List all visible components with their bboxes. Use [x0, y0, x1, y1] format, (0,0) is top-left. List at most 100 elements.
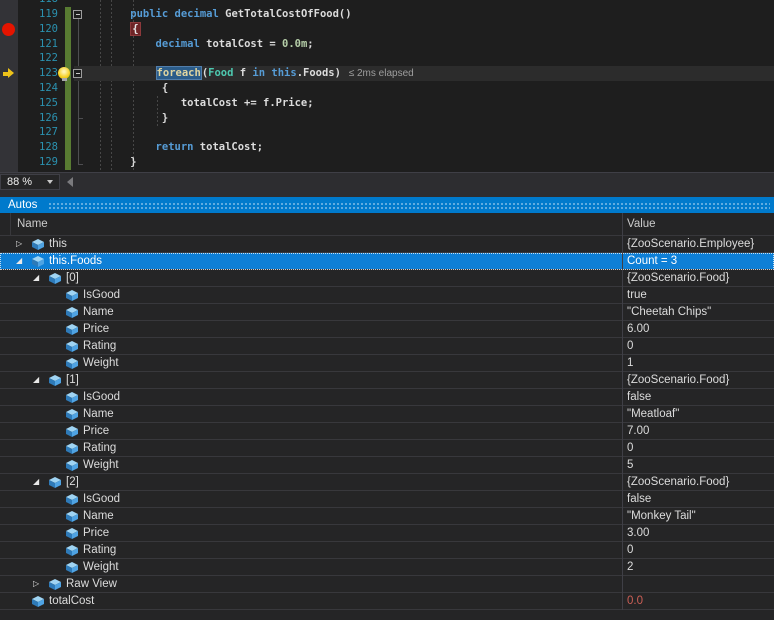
- code-line-126[interactable]: 126 }: [0, 111, 774, 126]
- tree-row-isgood[interactable]: IsGood false: [0, 491, 774, 508]
- column-header-name[interactable]: Name: [17, 213, 48, 235]
- tree-row-name[interactable]: Name "Cheetah Chips": [0, 304, 774, 321]
- row-value[interactable]: false: [627, 389, 651, 405]
- line-number: 123: [18, 66, 58, 81]
- row-name: this: [49, 236, 67, 252]
- tree-row-thisfoods[interactable]: ◢ this.Foods Count = 3: [0, 253, 774, 270]
- tree-row-price[interactable]: Price 6.00: [0, 321, 774, 338]
- vs-debugger-screen: 118119 public decimal GetTotalCostOfFood…: [0, 0, 774, 620]
- code-line-127[interactable]: 127: [0, 125, 774, 140]
- row-name: Price: [83, 321, 109, 337]
- row-name: Weight: [83, 457, 119, 473]
- row-value[interactable]: Count = 3: [627, 253, 677, 269]
- row-value[interactable]: "Meatloaf": [627, 406, 679, 422]
- line-number: 118: [18, 0, 58, 7]
- code-line-124[interactable]: 124 {: [0, 81, 774, 96]
- tree-row-rawview[interactable]: ▷Raw View: [0, 576, 774, 593]
- code-line-128[interactable]: 128 return totalCost;: [0, 140, 774, 155]
- autos-title-bar[interactable]: Autos: [0, 197, 774, 213]
- tree-row-weight[interactable]: Weight2: [0, 559, 774, 576]
- tree-row-name[interactable]: Name"Monkey Tail": [0, 508, 774, 525]
- code-line-121[interactable]: 121 decimal totalCost = 0.0m;: [0, 37, 774, 52]
- collapse-arrow-icon[interactable]: ◢: [16, 253, 26, 269]
- code-line-120[interactable]: 120 {: [0, 22, 774, 37]
- collapse-arrow-icon[interactable]: ◢: [33, 270, 43, 286]
- tree-row-this[interactable]: ▷ this {ZooScenario.Employee}: [0, 236, 774, 253]
- tree-row-rating[interactable]: Rating 0: [0, 440, 774, 457]
- expand-arrow-icon[interactable]: ▷: [16, 236, 26, 252]
- lightbulb-icon[interactable]: [58, 67, 70, 79]
- code-text: {: [86, 22, 141, 37]
- row-value[interactable]: 7.00: [627, 423, 649, 439]
- code-line-119[interactable]: 119 public decimal GetTotalCostOfFood(): [0, 7, 774, 22]
- row-name: Name: [83, 304, 114, 320]
- collapse-arrow-icon[interactable]: ◢: [33, 474, 43, 490]
- editor-hscrollbar[interactable]: 88 %: [0, 172, 774, 190]
- row-value[interactable]: {ZooScenario.Food}: [627, 270, 729, 286]
- line-number: 124: [18, 81, 58, 96]
- row-value[interactable]: true: [627, 287, 647, 303]
- row-name: Name: [83, 406, 114, 422]
- code-line-129[interactable]: 129 }: [0, 155, 774, 170]
- line-number: 126: [18, 111, 58, 126]
- autos-grid: ▷ this {ZooScenario.Employee} ◢ this.Foods Co…: [0, 236, 774, 620]
- tree-row-weight[interactable]: Weight 1: [0, 355, 774, 372]
- code-line-125[interactable]: 125 totalCost += f.Price;: [0, 96, 774, 111]
- tree-row-name[interactable]: Name "Meatloaf": [0, 406, 774, 423]
- tree-row-price[interactable]: Price7.00: [0, 423, 774, 440]
- row-value[interactable]: 3.00: [627, 525, 649, 541]
- expand-arrow-icon[interactable]: ▷: [33, 576, 43, 592]
- row-name: IsGood: [83, 287, 120, 303]
- row-name: Weight: [83, 355, 119, 371]
- tree-row-isgood[interactable]: IsGoodfalse: [0, 389, 774, 406]
- collapse-arrow-icon[interactable]: ◢: [33, 372, 43, 388]
- collapse-region-icon[interactable]: [73, 69, 82, 78]
- column-header-value[interactable]: Value: [627, 213, 656, 235]
- code-text: foreach(Food f in this.Foods) ≤ 2ms elap…: [86, 66, 414, 82]
- tree-row-1[interactable]: ◢[1]{ZooScenario.Food}: [0, 372, 774, 389]
- tree-row-2[interactable]: ◢ [2] {ZooScenario.Food}: [0, 474, 774, 491]
- code-editor: 118119 public decimal GetTotalCostOfFood…: [0, 0, 774, 172]
- grid-column-divider[interactable]: [622, 213, 623, 610]
- zoom-level-combo[interactable]: 88 %: [0, 174, 60, 190]
- row-value[interactable]: 6.00: [627, 321, 649, 337]
- row-value[interactable]: 0: [627, 440, 633, 456]
- panel-splitter[interactable]: [0, 190, 774, 197]
- tree-row-weight[interactable]: Weight 5: [0, 457, 774, 474]
- row-name: [0]: [66, 270, 79, 286]
- scroll-left-icon[interactable]: [67, 177, 73, 187]
- collapse-region-icon[interactable]: [73, 10, 82, 19]
- row-value[interactable]: 0: [627, 542, 633, 558]
- code-line-118[interactable]: 118: [0, 0, 774, 7]
- tree-row-isgood[interactable]: IsGood true: [0, 287, 774, 304]
- row-value[interactable]: 2: [627, 559, 633, 575]
- field-icon: [32, 596, 44, 612]
- row-value[interactable]: "Monkey Tail": [627, 508, 696, 524]
- row-name: [2]: [66, 474, 79, 490]
- breakpoint-icon[interactable]: [2, 23, 15, 36]
- row-value[interactable]: 5: [627, 457, 633, 473]
- zoom-level-value: 88 %: [7, 175, 32, 189]
- tree-row-totalcost[interactable]: totalCost0.0: [0, 593, 774, 610]
- tree-row-rating[interactable]: Rating0: [0, 338, 774, 355]
- line-number: 122: [18, 51, 58, 66]
- row-value[interactable]: 0.0: [627, 593, 643, 609]
- titlebar-drag-grip-icon: [48, 202, 770, 209]
- row-value[interactable]: {ZooScenario.Food}: [627, 372, 729, 388]
- tree-row-rating[interactable]: Rating0: [0, 542, 774, 559]
- row-value[interactable]: {ZooScenario.Employee}: [627, 236, 754, 252]
- row-value[interactable]: false: [627, 491, 651, 507]
- row-value[interactable]: 0: [627, 338, 633, 354]
- row-name: IsGood: [83, 491, 120, 507]
- code-line-123[interactable]: 123 foreach(Food f in this.Foods) ≤ 2ms …: [0, 66, 774, 81]
- row-name: this.Foods: [49, 253, 102, 269]
- row-name: Rating: [83, 440, 116, 456]
- row-value[interactable]: 1: [627, 355, 633, 371]
- row-value[interactable]: {ZooScenario.Food}: [627, 474, 729, 490]
- tree-row-0[interactable]: ◢ [0] {ZooScenario.Food}: [0, 270, 774, 287]
- row-value[interactable]: "Cheetah Chips": [627, 304, 711, 320]
- code-text: totalCost += f.Price;: [86, 96, 314, 111]
- autos-title: Autos: [8, 197, 37, 213]
- code-line-122[interactable]: 122: [0, 51, 774, 66]
- tree-row-price[interactable]: Price3.00: [0, 525, 774, 542]
